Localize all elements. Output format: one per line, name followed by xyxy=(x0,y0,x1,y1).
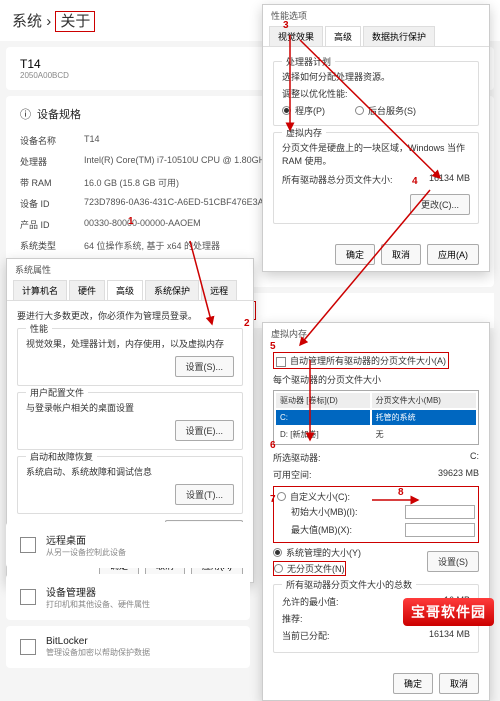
watermark: 宝哥软件园 xyxy=(403,598,494,626)
vmem-change-button[interactable]: 更改(C)... xyxy=(410,194,470,215)
marker-8: 8 xyxy=(398,487,404,498)
marker-2: 2 xyxy=(244,318,250,329)
tab-perf-advanced[interactable]: 高级 xyxy=(325,26,361,46)
settings-item-device-manager[interactable]: 设备管理器打印机和其他设备、硬件属性 xyxy=(6,574,250,620)
info-icon: ⓘ xyxy=(20,106,31,122)
remote-desktop-icon xyxy=(20,537,36,553)
bitlocker-icon xyxy=(20,639,36,655)
initial-size-input[interactable] xyxy=(405,505,475,519)
perf-cancel[interactable]: 取消 xyxy=(381,244,421,265)
settings-item-bitlocker[interactable]: BitLocker管理设备加密以帮助保护数据 xyxy=(6,626,250,668)
startup-settings-button[interactable]: 设置(T)... xyxy=(175,484,234,505)
userprof-settings-button[interactable]: 设置(E)... xyxy=(175,420,235,441)
auto-manage-checkbox[interactable] xyxy=(276,357,286,367)
tab-dep[interactable]: 数据执行保护 xyxy=(363,26,435,46)
drive-table[interactable]: 驱动器 [卷标](D)分页文件大小(MB) C:托管的系统 D: [新加卷]无 xyxy=(273,390,479,445)
tab-remote[interactable]: 远程 xyxy=(201,280,237,300)
tab-hardware[interactable]: 硬件 xyxy=(69,280,105,300)
tab-computer-name[interactable]: 计算机名 xyxy=(13,280,67,300)
vmem-set-button[interactable]: 设置(S) xyxy=(427,551,479,572)
perf-settings-button[interactable]: 设置(S)... xyxy=(175,356,235,377)
marker-4: 4 xyxy=(412,176,418,187)
drive-row-c: C:托管的系统 xyxy=(276,410,476,425)
drive-row-d: D: [新加卷]无 xyxy=(276,427,476,442)
tab-visual-effects[interactable]: 视觉效果 xyxy=(269,26,323,46)
device-manager-icon xyxy=(20,589,36,605)
tab-sysprotect[interactable]: 系统保护 xyxy=(145,280,199,300)
radio-custom-size[interactable]: 自定义大小(C): xyxy=(277,490,350,503)
marker-7: 7 xyxy=(270,494,276,505)
max-size-input[interactable] xyxy=(405,523,475,537)
breadcrumb-parent[interactable]: 系统 xyxy=(12,13,42,30)
device-spec-title: 设备规格 xyxy=(37,106,81,122)
settings-item-remote-desktop[interactable]: 远程桌面从另一设备控制此设备 xyxy=(6,522,250,568)
radio-no-paging[interactable]: 无分页文件(N) xyxy=(274,562,345,575)
marker-1: 1 xyxy=(128,216,134,227)
vmem-ok[interactable]: 确定 xyxy=(393,673,433,694)
perf-apply[interactable]: 应用(A) xyxy=(427,244,479,265)
tab-advanced[interactable]: 高级 xyxy=(107,280,143,300)
marker-5: 5 xyxy=(270,341,276,352)
radio-system-managed[interactable]: 系统管理的大小(Y) xyxy=(273,546,361,559)
auto-manage-checkbox-row: 自动管理所有驱动器的分页文件大小(A) xyxy=(273,352,449,369)
marker-6: 6 xyxy=(270,440,276,451)
radio-bg-services[interactable]: 后台服务(S) xyxy=(355,104,416,117)
perf-ok[interactable]: 确定 xyxy=(335,244,375,265)
vmem-cancel[interactable]: 取消 xyxy=(439,673,479,694)
radio-programs[interactable]: 程序(P) xyxy=(282,104,325,117)
breadcrumb-current: 关于 xyxy=(55,11,95,32)
sysprops-tabs: 计算机名 硬件 高级 系统保护 远程 xyxy=(7,280,253,301)
dialog-performance-options: 性能选项 视觉效果 高级 数据执行保护 处理器计划 选择如何分配处理器资源。 调… xyxy=(262,4,490,272)
marker-3: 3 xyxy=(283,20,289,31)
dialog-virtual-memory: 虚拟内存 自动管理所有驱动器的分页文件大小(A) 每个驱动器的分页文件大小 驱动… xyxy=(262,322,490,701)
